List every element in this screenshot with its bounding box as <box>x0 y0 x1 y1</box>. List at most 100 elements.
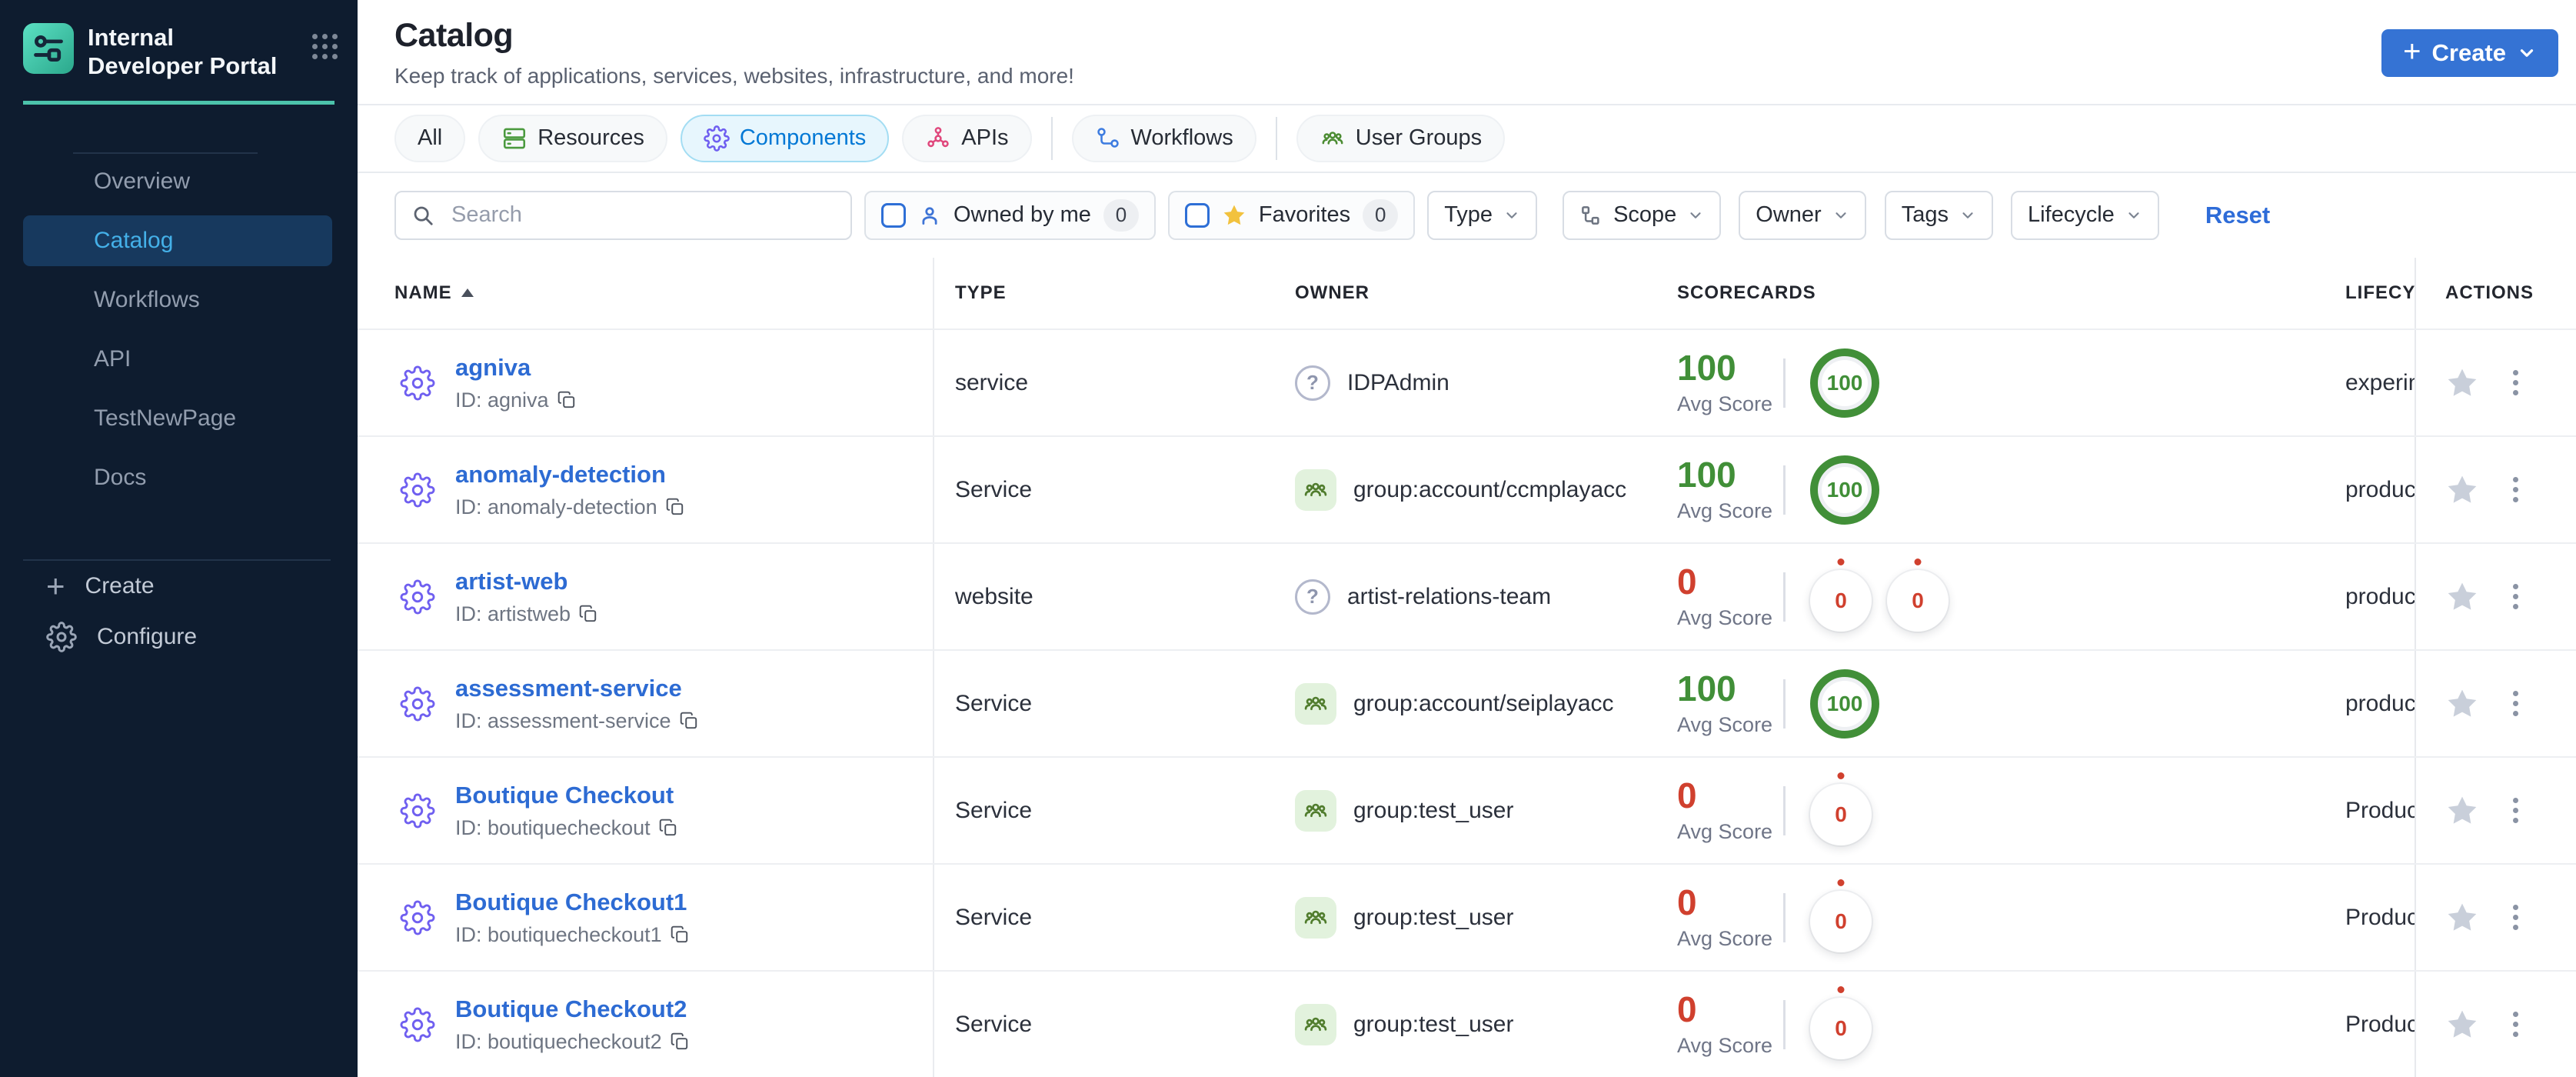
sidebar-configure-label: Configure <box>97 624 198 649</box>
search-input[interactable] <box>394 190 852 240</box>
sidebar-item-testnewpage[interactable]: TestNewPage <box>23 393 332 444</box>
sidebar-item-docs[interactable]: Docs <box>23 452 332 503</box>
row-name-link[interactable]: anomaly-detection <box>455 461 685 488</box>
row-menu-icon[interactable] <box>2508 793 2523 828</box>
sidebar-item-workflows[interactable]: Workflows <box>23 275 332 325</box>
sidebar-item-overview[interactable]: Overview <box>23 156 332 207</box>
row-menu-icon[interactable] <box>2508 900 2523 935</box>
row-name-link[interactable]: Boutique Checkout2 <box>455 995 690 1023</box>
owner-cell: ? group:account/seiplayacc <box>1276 651 1657 756</box>
row-name-link[interactable]: assessment-service <box>455 675 699 702</box>
lifecycle-filter-dropdown[interactable]: Lifecycle <box>2010 190 2159 240</box>
row-name-link[interactable]: artist-web <box>455 568 598 595</box>
row-menu-icon[interactable] <box>2508 1007 2523 1042</box>
tab-workflows[interactable]: Workflows <box>1071 114 1256 162</box>
favorite-star-icon[interactable] <box>2445 794 2479 828</box>
tab-apis[interactable]: APIs <box>902 114 1032 162</box>
copy-icon[interactable] <box>557 390 577 410</box>
copy-icon[interactable] <box>578 604 598 624</box>
row-menu-icon[interactable] <box>2508 579 2523 614</box>
scorecards-cell: 0 Avg Score 0 <box>1657 865 2338 970</box>
sidebar-item-catalog[interactable]: Catalog <box>23 215 332 266</box>
favorite-star-icon[interactable] <box>2445 366 2479 400</box>
column-label: OWNER <box>1295 282 1370 303</box>
owner-label: group:account/ccmplayacc <box>1353 476 1627 502</box>
copy-icon[interactable] <box>665 497 685 517</box>
favorite-star-icon[interactable] <box>2445 901 2479 935</box>
scorecard-badge[interactable]: 0 <box>1810 890 1872 952</box>
row-id: ID: artistweb <box>455 602 571 625</box>
row-name-link[interactable]: Boutique Checkout <box>455 782 678 809</box>
component-gear-icon <box>400 579 435 615</box>
column-header-owner[interactable]: OWNER <box>1276 258 1657 328</box>
owner-filter-dropdown[interactable]: Owner <box>1739 190 1866 240</box>
plus-icon: + <box>2403 35 2421 68</box>
row-menu-icon[interactable] <box>2508 365 2523 400</box>
avg-score-value: 100 <box>1677 348 1736 388</box>
column-label: TYPE <box>955 282 1007 303</box>
avg-score-value: 0 <box>1677 882 1697 923</box>
main-content: Catalog Keep track of applications, serv… <box>358 0 2576 1077</box>
column-header-lifecycle[interactable]: LIFECYCLE <box>2338 258 2415 328</box>
row-menu-icon[interactable] <box>2508 472 2523 507</box>
row-lifecycle: Production <box>2345 1011 2415 1037</box>
favorite-star-icon[interactable] <box>2445 1008 2479 1042</box>
copy-icon[interactable] <box>679 711 699 731</box>
favorites-checkbox[interactable] <box>1184 202 1210 228</box>
avg-score-label: Avg Score <box>1677 1033 1773 1057</box>
table-row: anomaly-detection ID: anomaly-detection … <box>358 435 2576 542</box>
scorecard-badge[interactable]: 100 <box>1810 455 1879 525</box>
copy-icon[interactable] <box>658 818 678 838</box>
scorecard-badge[interactable]: 100 <box>1810 348 1879 418</box>
column-header-type[interactable]: TYPE <box>933 257 1276 328</box>
scorecard-badge[interactable]: 0 <box>1810 783 1872 845</box>
brand-title: Internal Developer Portal <box>88 24 278 79</box>
copy-icon[interactable] <box>670 1032 690 1052</box>
sidebar-item-api[interactable]: API <box>23 334 332 385</box>
tab-all[interactable]: All <box>394 114 466 162</box>
favorite-star-icon[interactable] <box>2445 687 2479 721</box>
filter-bar: Owned by me 0 Favorites 0 Type Scope Own… <box>358 173 2576 258</box>
row-type: website <box>955 583 1033 609</box>
type-cell: Service <box>933 972 1276 1077</box>
scorecard-badge[interactable]: 0 <box>1810 997 1872 1059</box>
chevron-down-icon <box>1962 212 1973 218</box>
sidebar-create-button[interactable]: + Create <box>0 561 358 612</box>
owned-by-me-checkbox[interactable] <box>881 202 906 228</box>
row-menu-icon[interactable] <box>2508 686 2523 721</box>
row-name-link[interactable]: Boutique Checkout1 <box>455 889 690 916</box>
scorecards-cell: 0 Avg Score 00 <box>1657 544 2338 649</box>
favorites-filter[interactable]: Favorites 0 <box>1167 190 1416 240</box>
tab-user-groups[interactable]: User Groups <box>1296 114 1506 162</box>
scorecard-badge[interactable]: 100 <box>1810 669 1879 739</box>
score-badges: 0 <box>1810 776 1872 845</box>
row-id: ID: boutiquecheckout2 <box>455 1029 662 1053</box>
tab-label: User Groups <box>1355 125 1483 151</box>
type-filter-dropdown[interactable]: Type <box>1427 190 1538 240</box>
name-cell: Boutique Checkout ID: boutiquecheckout <box>358 758 933 863</box>
favorite-star-icon[interactable] <box>2445 580 2479 614</box>
owned-by-me-filter[interactable]: Owned by me 0 <box>864 190 1156 240</box>
copy-icon[interactable] <box>670 925 690 945</box>
tab-resources[interactable]: Resources <box>478 114 667 162</box>
create-button[interactable]: + Create <box>2381 29 2558 77</box>
row-lifecycle: production <box>2345 583 2415 609</box>
reset-filters-link[interactable]: Reset <box>2205 202 2270 229</box>
tags-filter-dropdown[interactable]: Tags <box>1884 190 1993 240</box>
scope-filter-dropdown[interactable]: Scope <box>1563 190 1722 240</box>
scorecard-badge[interactable]: 0 <box>1887 569 1949 632</box>
column-header-scorecards[interactable]: SCORECARDS <box>1657 258 2338 328</box>
sidebar-configure-button[interactable]: Configure <box>0 612 358 662</box>
dropdown-label: Lifecycle <box>2027 202 2115 228</box>
column-header-name[interactable]: NAME <box>358 258 933 328</box>
favorite-star-icon[interactable] <box>2445 473 2479 507</box>
row-name-link[interactable]: agniva <box>455 354 577 382</box>
app-grid-icon[interactable] <box>312 34 338 59</box>
tab-components[interactable]: Components <box>680 114 890 162</box>
scorecard-badge[interactable]: 0 <box>1810 569 1872 632</box>
avg-score-block: 100 Avg Score <box>1677 348 1772 415</box>
owner-cell: ? group:test_user <box>1276 865 1657 970</box>
chevron-down-icon <box>2520 49 2534 57</box>
avg-score-value: 100 <box>1677 455 1736 495</box>
actions-cell <box>2415 758 2576 863</box>
